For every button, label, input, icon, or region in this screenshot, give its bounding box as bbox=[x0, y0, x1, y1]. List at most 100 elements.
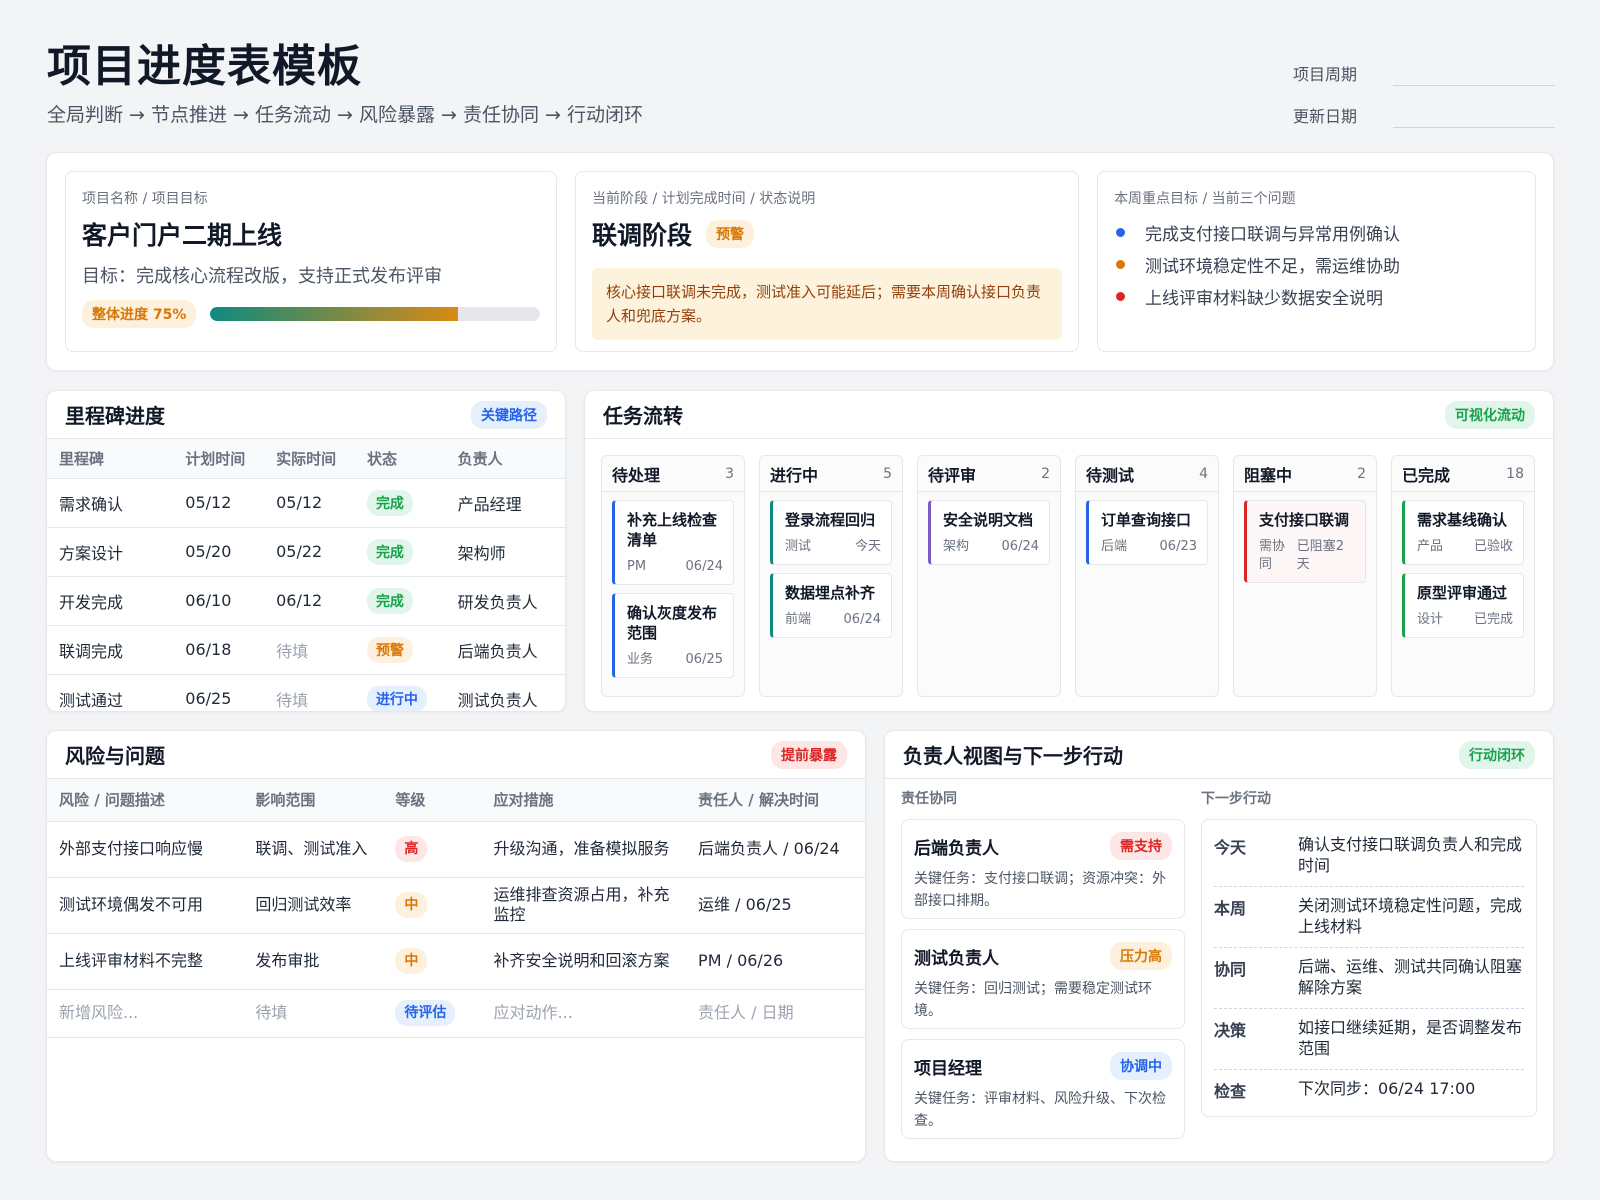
table-row[interactable]: 测试通过 06/25 待填 进行中 测试负责人 bbox=[47, 674, 565, 711]
task-card[interactable]: 原型评审通过 设计 已完成 bbox=[1402, 573, 1524, 638]
milestone-header: 里程碑进度 关键路径 bbox=[47, 391, 565, 439]
kanban-column-name: 待评审 bbox=[928, 465, 977, 485]
risk-level-badge: 高 bbox=[395, 836, 428, 862]
stage-panel: 当前阶段 / 计划完成时间 / 状态说明 联调阶段 预警 核心接口联调未完成，测… bbox=[575, 171, 1079, 352]
owner-header: 负责人视图与下一步行动 行动闭环 bbox=[885, 731, 1553, 779]
kanban-column-name: 已完成 bbox=[1402, 465, 1451, 485]
kanban-column-name: 进行中 bbox=[770, 465, 819, 485]
owner-person-card[interactable]: 后端负责人 需支持关键任务：支付接口联调；资源冲突：外部接口排期。 bbox=[901, 819, 1185, 919]
task-card[interactable]: 安全说明文档 架构 06/24 bbox=[928, 500, 1050, 565]
task-role: 业务 bbox=[627, 652, 654, 667]
table-row[interactable]: 外部支付接口响应慢 联调、测试准入高 升级沟通，准备模拟服务 后端负责人 / 06/2… bbox=[47, 821, 865, 878]
task-title: 需求基线确认 bbox=[1417, 511, 1508, 529]
action-item: 协同 后端、运维、测试共同确认阻塞解除方案 bbox=[1214, 948, 1524, 1009]
milestone-actual-date: 待填 bbox=[264, 625, 355, 675]
focus-panel: 本周重点目标 / 当前三个问题 完成支付接口联调与异常用例确认 测试环境稳定性不足… bbox=[1097, 171, 1536, 352]
bullet-dot-icon bbox=[1116, 259, 1125, 269]
risk-action: 运维排查资源占用，补充监控 bbox=[481, 877, 687, 934]
stage-name: 联调阶段 bbox=[592, 221, 693, 250]
person-name: 测试负责人 bbox=[914, 948, 999, 969]
owner-tag: 行动闭环 bbox=[1459, 740, 1535, 769]
task-date: 06/24 bbox=[843, 612, 881, 627]
person-key-task: 关键任务：支付接口联调；资源冲突：外部接口排期。 bbox=[914, 871, 1166, 909]
update-input[interactable] bbox=[1393, 102, 1555, 128]
next-section: 下一步行动 今天 确认支付接口联调负责人和完成时间 本周 关闭测试环境稳定性问题，完成… bbox=[1201, 779, 1537, 1149]
kanban-column-count: 18 bbox=[1506, 465, 1524, 482]
milestone-column-header: 负责人 bbox=[445, 439, 565, 479]
new-risk-description[interactable]: 新增风险... bbox=[47, 989, 244, 1038]
risk-level-badge[interactable]: 待评估 bbox=[395, 1000, 456, 1026]
risk-owner: 运维 / 06/25 bbox=[686, 877, 865, 934]
action-item: 检查 下次同步：06/24 17:00 bbox=[1214, 1070, 1524, 1110]
risk-title: 风险与问题 bbox=[65, 744, 165, 768]
new-risk-action[interactable]: 应对动作... bbox=[481, 989, 687, 1038]
milestone-owner: 产品经理 bbox=[445, 478, 565, 528]
task-date: 今天 bbox=[854, 539, 881, 554]
kanban-column: 已完成 18 需求基线确认 产品 已验收 原型评审通过 设计 已完成 bbox=[1391, 455, 1535, 697]
collab-section: 责任协同 后端负责人 需支持 关键任务：支付接口联调；资源冲突：外部接口排期。 测试负… bbox=[901, 779, 1185, 1149]
kanban-column: 阻塞中 2 支付接口联调 需协同 已阻塞2天 bbox=[1233, 455, 1377, 697]
table-row[interactable]: 方案设计 05/20 05/22 完成 架构师 bbox=[47, 527, 565, 577]
task-card[interactable]: 支付接口联调 需协同 已阻塞2天 bbox=[1244, 500, 1366, 583]
focus-item: 完成支付接口联调与异常用例确认 bbox=[1114, 216, 1519, 248]
milestone-name: 方案设计 bbox=[47, 527, 174, 577]
risk-owner: 后端负责人 / 06/24 bbox=[686, 821, 865, 878]
risk-tag: 提前暴露 bbox=[771, 740, 847, 769]
milestone-column-header: 实际时间 bbox=[264, 439, 355, 479]
action-text: 关闭测试环境稳定性问题，完成上线材料 bbox=[1298, 896, 1523, 936]
task-card[interactable]: 需求基线确认 产品 已验收 bbox=[1402, 500, 1524, 565]
new-risk-owner[interactable]: 责任人 / 日期 bbox=[686, 989, 865, 1038]
risk-level-badge: 中 bbox=[395, 948, 428, 974]
new-risk-scope[interactable]: 待填 bbox=[243, 989, 384, 1038]
risk-level-cell: 中 bbox=[383, 933, 482, 990]
action-key: 决策 bbox=[1214, 1021, 1247, 1040]
cycle-input[interactable] bbox=[1393, 60, 1555, 86]
person-header: 项目经理 协调中 bbox=[914, 1052, 1172, 1080]
task-meta: 测试 今天 bbox=[785, 538, 881, 556]
milestone-plan-date: 05/12 bbox=[173, 478, 265, 528]
action-key: 协同 bbox=[1214, 960, 1247, 979]
owner-person-card[interactable]: 测试负责人 压力高 关键任务：回归测试；需要稳定测试环境。 bbox=[901, 929, 1185, 1029]
task-title: 补充上线检查清单 bbox=[627, 511, 718, 549]
table-row[interactable]: 开发完成 06/10 06/12 完成 研发负责人 bbox=[47, 576, 565, 626]
owner-person-card[interactable]: 项目经理 协调中关键任务：评审材料、风险升级、下次检查。 bbox=[901, 1039, 1185, 1139]
task-card[interactable]: 确认灰度发布范围 业务 06/25 bbox=[612, 593, 734, 678]
task-card[interactable]: 数据埋点补齐 前端 06/24 bbox=[770, 573, 892, 638]
action-key: 本周 bbox=[1214, 899, 1247, 918]
milestone-plan-date: 06/25 bbox=[173, 674, 265, 711]
person-header: 后端负责人 需支持 bbox=[914, 832, 1172, 860]
risk-action: 升级沟通，准备模拟服务 bbox=[481, 821, 687, 878]
task-card[interactable]: 订单查询接口 后端 06/23 bbox=[1086, 500, 1208, 565]
task-role: 后端 bbox=[1101, 539, 1128, 554]
person-key-task: 关键任务：评审材料、风险升级、下次检查。 bbox=[914, 1091, 1166, 1129]
table-row[interactable]: 需求确认 05/12 05/12 完成 产品经理 bbox=[47, 478, 565, 528]
risk-description: 测试环境偶发不可用 bbox=[47, 877, 244, 934]
risk-level-cell: 中 bbox=[383, 877, 482, 934]
kanban-column-count: 4 bbox=[1199, 465, 1208, 482]
milestone-plan-date: 06/10 bbox=[173, 576, 265, 626]
project-name: 客户门户二期上线 bbox=[82, 221, 283, 250]
milestone-status-cell: 完成 bbox=[354, 576, 446, 626]
status-badge: 预警 bbox=[366, 636, 413, 663]
table-row[interactable]: 测试环境偶发不可用 回归测试效率中 运维排查资源占用，补充监控 运维 / 06/25 bbox=[47, 877, 865, 934]
task-date: 已验收 bbox=[1473, 539, 1513, 554]
new-risk-row[interactable]: 新增风险... 待填 待评估 应对动作... 责任人 / 日期 bbox=[47, 989, 865, 1038]
project-label: 项目名称 / 项目目标 bbox=[82, 191, 208, 207]
kanban-column-header: 阻塞中 2 bbox=[1234, 456, 1376, 492]
action-list: 今天 确认支付接口联调负责人和完成时间 本周 关闭测试环境稳定性问题，完成上线材料 协同… bbox=[1201, 819, 1537, 1117]
people-list: 后端负责人 需支持关键任务：支付接口联调；资源冲突：外部接口排期。测试负责人 压力高… bbox=[901, 819, 1185, 1139]
focus-item: 测试环境稳定性不足，需运维协助 bbox=[1114, 248, 1519, 280]
risk-column-header: 影响范围 bbox=[243, 779, 384, 822]
stage-title-row: 联调阶段 预警 bbox=[592, 216, 1062, 252]
task-role: 需协同 bbox=[1259, 539, 1286, 572]
risk-card: 风险与问题 提前暴露 风险 / 问题描述 影响范围 等级 应对措施 责任人 / 解决时间… bbox=[46, 730, 866, 1162]
risk-scope: 回归测试效率 bbox=[243, 877, 384, 934]
table-row[interactable]: 联调完成 06/18 待填 预警 后端负责人 bbox=[47, 625, 565, 675]
task-role: 前端 bbox=[785, 612, 812, 627]
task-card[interactable]: 补充上线检查清单 PM 06/24 bbox=[612, 500, 734, 585]
task-card[interactable]: 登录流程回归 测试 今天 bbox=[770, 500, 892, 565]
kanban-column-header: 已完成 18 bbox=[1392, 456, 1534, 492]
task-meta: PM 06/24 bbox=[627, 558, 723, 576]
task-meta: 需协同 已阻塞2天 bbox=[1259, 538, 1355, 574]
table-row[interactable]: 上线评审材料不完整 发布审批中 补齐安全说明和回滚方案 PM / 06/26 bbox=[47, 933, 865, 990]
